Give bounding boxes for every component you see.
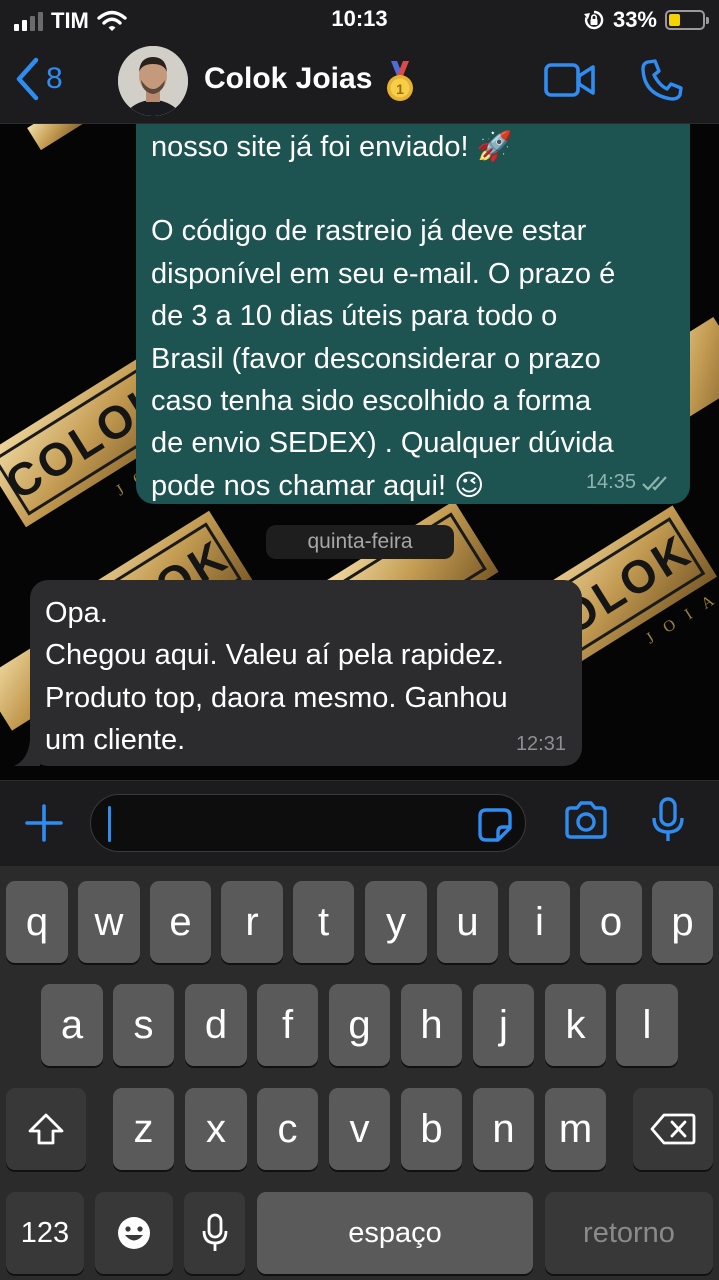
key-o[interactable]: o [580,881,642,963]
avatar[interactable] [118,46,188,116]
message-time: 14:35 [585,471,636,493]
key-n[interactable]: n [473,1088,534,1170]
text-cursor [108,806,111,842]
key-t[interactable]: t [293,881,354,963]
message-field[interactable] [90,794,526,852]
camera-icon[interactable] [564,801,608,839]
dictation-icon [202,1213,227,1251]
key-z[interactable]: z [113,1088,174,1170]
key-d[interactable]: d [185,984,247,1066]
date-separator: quinta-feira [266,525,454,559]
key-r[interactable]: r [221,881,283,963]
composer-bar [0,780,719,866]
back-button[interactable]: 8 [14,56,63,102]
key-g[interactable]: g [329,984,390,1066]
outgoing-message-text: O código de rastreio já deve estar dispo… [151,215,616,502]
key-s[interactable]: s [113,984,174,1066]
key-x[interactable]: x [185,1088,247,1170]
emoji-key[interactable] [95,1192,173,1274]
numbers-key[interactable]: 123 [6,1192,84,1274]
double-check-icon [642,475,667,491]
dictation-key[interactable] [184,1192,245,1274]
space-key[interactable]: espaço [257,1192,533,1274]
key-a[interactable]: a [41,984,103,1066]
gold-medal-icon: 1 [387,61,413,101]
key-q[interactable]: q [6,881,68,963]
status-bar: TIM 10:13 33% [0,0,719,40]
svg-text:1: 1 [396,81,404,97]
bubble-tail [14,740,40,766]
orientation-lock-icon [583,10,604,30]
key-p[interactable]: p [652,881,713,963]
microphone-icon[interactable] [650,797,686,845]
message-input[interactable] [109,801,469,845]
video-call-icon[interactable] [544,62,596,98]
emoji-icon [118,1217,150,1249]
key-i[interactable]: i [509,881,570,963]
avatar-photo [118,46,188,116]
key-j[interactable]: j [473,984,534,1066]
key-l[interactable]: l [616,984,678,1066]
backspace-icon [650,1113,696,1145]
chat-area[interactable]: COLOK JOIAS COLOK COLOK JOIAS nos [0,124,719,780]
status-right: 33% [583,7,709,33]
battery-level [669,14,680,26]
incoming-message-text: Opa. Chegou aqui. Valeu aí pela rapidez.… [45,597,508,757]
chevron-left-icon [16,57,39,101]
battery-percent: 33% [612,7,657,32]
sticker-icon[interactable] [477,807,513,843]
outgoing-message-meta: 14:35 [586,471,672,494]
key-h[interactable]: h [401,984,462,1066]
outgoing-message[interactable]: nosso site já foi enviado! 🚀 O código de… [136,124,690,504]
outgoing-message-line: nosso site já foi enviado! 🚀 [151,131,513,163]
key-f[interactable]: f [257,984,318,1066]
unread-count: 8 [46,62,63,95]
contact-name[interactable]: Colok Joias [204,62,372,96]
backspace-key[interactable] [633,1088,713,1170]
message-time: 12:31 [515,733,566,755]
phone-call-icon[interactable] [640,58,684,102]
shift-icon [28,1113,64,1145]
plus-icon[interactable] [24,803,64,843]
key-m[interactable]: m [545,1088,606,1170]
incoming-message[interactable]: Opa. Chegou aqui. Valeu aí pela rapidez.… [14,580,582,766]
key-k[interactable]: k [545,984,606,1066]
key-y[interactable]: y [365,881,427,963]
key-w[interactable]: w [78,881,140,963]
key-e[interactable]: e [150,881,211,963]
return-key[interactable]: retorno [545,1192,713,1274]
keyboard: q w e r t y u i o p a s d f g h j k l z … [0,866,719,1280]
key-c[interactable]: c [257,1088,318,1170]
battery-icon [665,10,709,30]
chat-header: 8 Colok Joias 1 [0,40,719,124]
key-v[interactable]: v [329,1088,390,1170]
key-u[interactable]: u [437,881,498,963]
shift-key[interactable] [6,1088,86,1170]
key-b[interactable]: b [401,1088,462,1170]
